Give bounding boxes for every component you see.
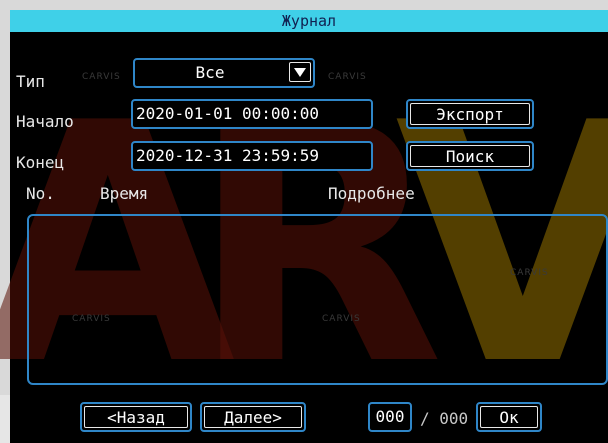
watermark-brand-text: CARVIS <box>328 72 367 82</box>
next-page-button[interactable]: Далее> <box>200 402 306 432</box>
end-label: Конец <box>16 153 65 172</box>
column-header-number: No. <box>26 184 55 203</box>
next-page-label: Далее> <box>204 406 302 428</box>
export-button[interactable]: Экспорт <box>406 99 534 129</box>
log-list[interactable] <box>27 214 608 385</box>
prev-page-button[interactable]: <Назад <box>80 402 192 432</box>
start-datetime-field[interactable]: 2020-01-01 00:00:00 <box>131 99 373 129</box>
column-header-details: Подробнее <box>328 184 415 203</box>
type-label: Тип <box>16 72 45 91</box>
ok-button-label: Ок <box>480 406 538 428</box>
type-selected-value: Все <box>195 63 225 82</box>
current-page-input[interactable]: 000 <box>368 402 412 432</box>
log-window: Журнал A R V CARVIS CARVIS CARVIS CARVIS… <box>0 10 608 443</box>
column-header-time: Время <box>100 184 149 203</box>
ok-button[interactable]: Ок <box>476 402 542 432</box>
start-label: Начало <box>16 112 74 131</box>
watermark-brand-text: CARVIS <box>82 72 121 82</box>
stage: Журнал A R V CARVIS CARVIS CARVIS CARVIS… <box>0 0 608 443</box>
page-separator: / 000 <box>420 409 468 428</box>
title-bar: Журнал <box>10 10 608 32</box>
total-pages: 000 <box>439 409 469 428</box>
type-select[interactable]: Все <box>133 58 315 88</box>
export-button-label: Экспорт <box>410 103 530 125</box>
prev-page-label: <Назад <box>84 406 188 428</box>
end-datetime-field[interactable]: 2020-12-31 23:59:59 <box>131 141 373 171</box>
search-button[interactable]: Поиск <box>406 141 534 171</box>
chevron-down-icon[interactable] <box>289 62 311 82</box>
window-title: Журнал <box>281 12 337 30</box>
page-separator-slash: / <box>420 409 430 428</box>
search-button-label: Поиск <box>410 145 530 167</box>
